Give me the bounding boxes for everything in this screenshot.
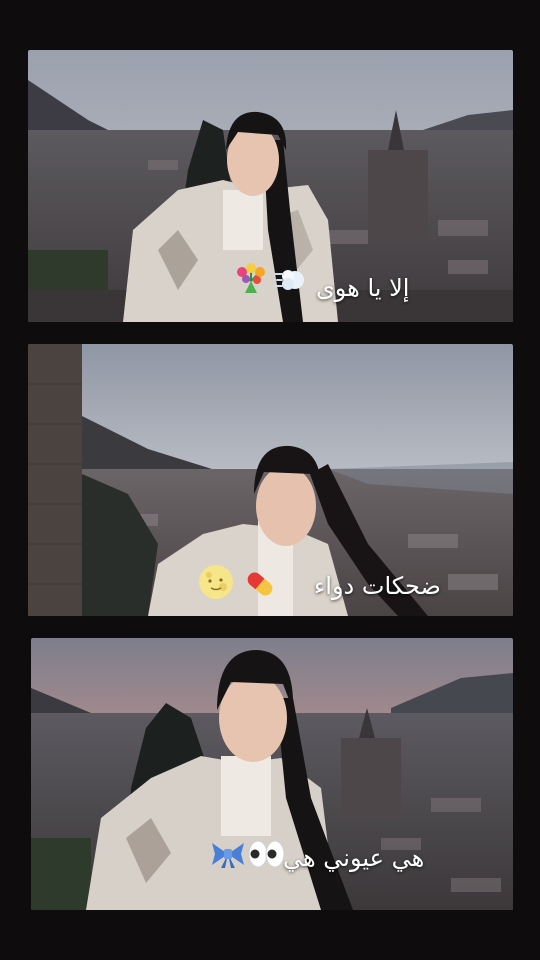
full-moon-face-icon	[199, 565, 233, 599]
dash-puff-icon	[274, 270, 304, 290]
tulip-bouquet-icon	[237, 263, 265, 293]
eyes-icon	[248, 840, 285, 868]
panel-2-caption: ضحكات دواء	[314, 572, 441, 600]
story-photo-1: إلا يا هوى	[28, 50, 513, 322]
story-photo-3: هي عيوني هي	[31, 638, 513, 910]
pill-icon	[247, 572, 273, 596]
panel-3-caption: هي عيوني هي	[283, 844, 425, 872]
story-photo-2: ضحكات دواء	[28, 344, 513, 616]
blue-ribbon-icon	[212, 843, 244, 868]
panel-1-caption: إلا يا هوى	[316, 274, 410, 302]
